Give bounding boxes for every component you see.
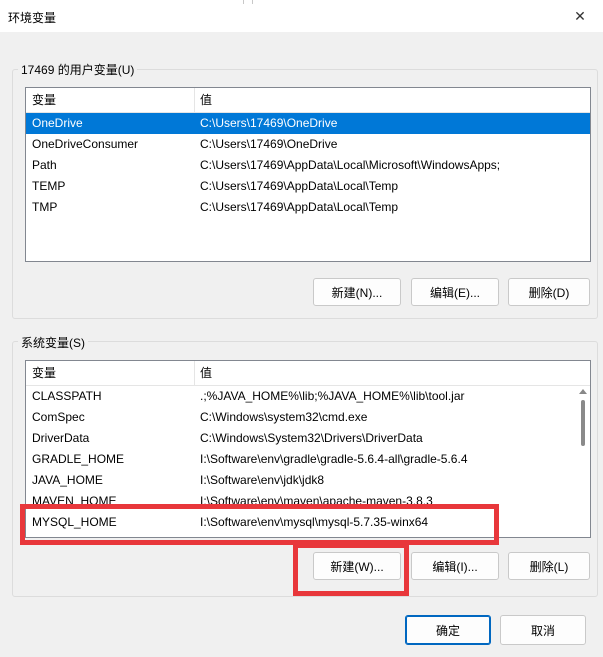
column-header-value[interactable]: 值 xyxy=(194,361,212,386)
system-new-button[interactable]: 新建(W)... xyxy=(313,552,401,580)
user-vars-group-label: 17469 的用户变量(U) xyxy=(18,61,138,78)
title-bar: 环境变量 ✕ xyxy=(0,0,603,32)
variable-value-cell: C:\Users\17469\OneDrive xyxy=(200,116,338,130)
close-icon[interactable]: ✕ xyxy=(557,0,603,32)
variable-name-cell: DriverData xyxy=(32,431,90,445)
column-header-variable[interactable]: 变量 xyxy=(26,88,56,113)
variable-name-cell: JAVA_HOME xyxy=(32,473,103,487)
scroll-thumb[interactable] xyxy=(581,400,585,446)
variable-name-cell: TEMP xyxy=(32,179,66,193)
variable-name-cell: Path xyxy=(32,158,57,172)
variable-value-cell: C:\Windows\System32\Drivers\DriverData xyxy=(200,431,423,445)
variable-name-cell: GRADLE_HOME xyxy=(32,452,125,466)
ok-button[interactable]: 确定 xyxy=(405,615,491,645)
system-edit-button[interactable]: 编辑(I)... xyxy=(411,552,499,580)
table-row[interactable]: TEMP C:\Users\17469\AppData\Local\Temp xyxy=(26,176,590,197)
user-edit-button[interactable]: 编辑(E)... xyxy=(411,278,499,306)
variable-value-cell: I:\Software\env\jdk\jdk8 xyxy=(200,473,325,487)
variable-value-cell: C:\Users\17469\AppData\Local\Temp xyxy=(200,200,399,214)
variable-name-cell: MYSQL_HOME xyxy=(32,515,117,529)
system-vars-rows: CLASSPATH .;%JAVA_HOME%\lib;%JAVA_HOME%\l… xyxy=(26,386,590,533)
system-vars-group-label: 系统变量(S) xyxy=(18,334,88,351)
variable-value-cell: C:\Users\17469\AppData\Local\Microsoft\W… xyxy=(200,158,501,172)
scroll-up-arrow-icon[interactable] xyxy=(579,389,587,394)
system-vars-list[interactable]: 变量 值 CLASSPATH .;%JAVA_HOME%\lib;%JAVA_HO… xyxy=(25,360,591,538)
table-row[interactable]: ComSpec C:\Windows\system32\cmd.exe xyxy=(26,407,590,428)
column-header-variable[interactable]: 变量 xyxy=(26,361,56,386)
list-header: 变量 值 xyxy=(26,361,590,386)
table-row[interactable]: OneDriveConsumer C:\Users\17469\OneDrive xyxy=(26,134,590,155)
variable-name-cell: CLASSPATH xyxy=(32,389,102,403)
user-vars-rows: OneDrive C:\Users\17469\OneDrive OneDriveC… xyxy=(26,113,590,218)
variable-value-cell: I:\Software\env\maven\apache-maven-3.8.3 xyxy=(200,494,433,508)
table-row[interactable]: DriverData C:\Windows\System32\Drivers\Dr… xyxy=(26,428,590,449)
window-title: 环境变量 xyxy=(8,11,57,25)
variable-name-cell: MAVEN_HOME xyxy=(32,494,117,508)
column-header-value[interactable]: 值 xyxy=(194,88,212,113)
variable-value-cell: C:\Users\17469\OneDrive xyxy=(200,137,338,151)
variable-name-cell: TMP xyxy=(32,200,58,214)
table-row[interactable]: Path C:\Users\17469\AppData\Local\Microso… xyxy=(26,155,590,176)
table-row[interactable]: TMP C:\Users\17469\AppData\Local\Temp xyxy=(26,197,590,218)
variable-name-cell: OneDrive xyxy=(32,116,83,130)
table-row[interactable]: MYSQL_HOME I:\Software\env\mysql\mysql-5.… xyxy=(26,512,590,533)
table-row[interactable]: OneDrive C:\Users\17469\OneDrive xyxy=(26,113,590,134)
system-delete-button[interactable]: 删除(L) xyxy=(508,552,590,580)
variable-name-cell: OneDriveConsumer xyxy=(32,137,139,151)
table-row[interactable]: MAVEN_HOME I:\Software\env\maven\apache-m… xyxy=(26,491,590,512)
variable-value-cell: C:\Windows\system32\cmd.exe xyxy=(200,410,368,424)
user-delete-button[interactable]: 删除(D) xyxy=(508,278,590,306)
cancel-button[interactable]: 取消 xyxy=(500,615,586,645)
vertical-scrollbar[interactable] xyxy=(576,387,590,537)
grip-icon xyxy=(243,0,253,4)
user-new-button[interactable]: 新建(N)... xyxy=(313,278,401,306)
variable-value-cell: C:\Users\17469\AppData\Local\Temp xyxy=(200,179,399,193)
table-row[interactable]: JAVA_HOME I:\Software\env\jdk\jdk8 xyxy=(26,470,590,491)
variable-value-cell: I:\Software\env\gradle\gradle-5.6.4-all\… xyxy=(200,452,468,466)
list-header: 变量 值 xyxy=(26,88,590,113)
variable-value-cell: I:\Software\env\mysql\mysql-5.7.35-winx6… xyxy=(200,515,429,529)
table-row[interactable]: GRADLE_HOME I:\Software\env\gradle\gradle… xyxy=(26,449,590,470)
user-vars-list[interactable]: 变量 值 OneDrive C:\Users\17469\OneDrive OneD… xyxy=(25,87,591,262)
variable-value-cell: .;%JAVA_HOME%\lib;%JAVA_HOME%\lib\tool.j… xyxy=(200,389,465,403)
table-row[interactable]: CLASSPATH .;%JAVA_HOME%\lib;%JAVA_HOME%\l… xyxy=(26,386,590,407)
variable-name-cell: ComSpec xyxy=(32,410,85,424)
